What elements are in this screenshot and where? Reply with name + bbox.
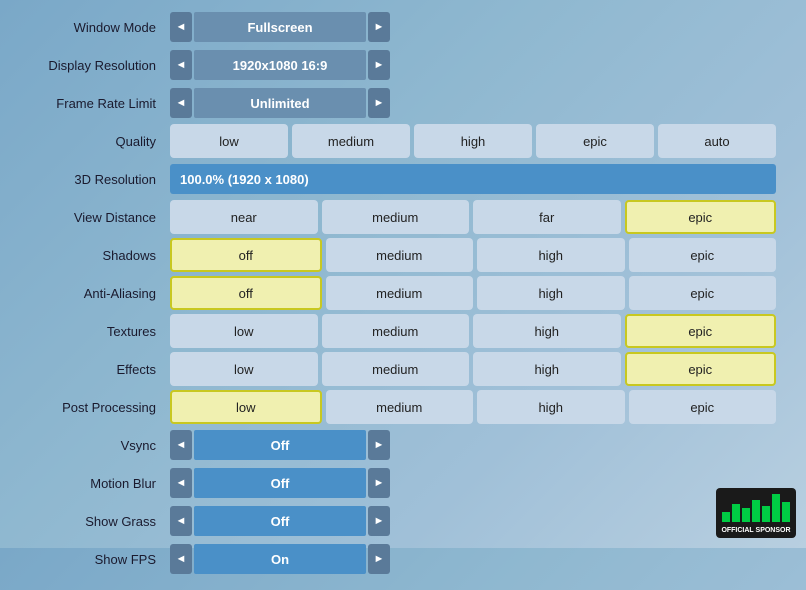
textures-low-btn[interactable]: low xyxy=(170,314,318,348)
view-distance-epic-btn[interactable]: epic xyxy=(625,200,777,234)
frame-rate-row: Frame Rate Limit ◄ Unlimited ► xyxy=(30,86,776,120)
effects-medium-btn[interactable]: medium xyxy=(322,352,470,386)
post-processing-low-btn[interactable]: low xyxy=(170,390,322,424)
display-resolution-value: 1920x1080 16:9 xyxy=(194,50,366,80)
frame-rate-label: Frame Rate Limit xyxy=(30,96,170,111)
shadows-epic-btn[interactable]: epic xyxy=(629,238,777,272)
display-resolution-row: Display Resolution ◄ 1920x1080 16:9 ► xyxy=(30,48,776,82)
shadows-off-btn[interactable]: off xyxy=(170,238,322,272)
shadows-label: Shadows xyxy=(30,248,170,263)
textures-medium-btn[interactable]: medium xyxy=(322,314,470,348)
shadows-options: off medium high epic xyxy=(170,238,776,272)
vsync-value: Off xyxy=(194,430,366,460)
3d-resolution-row: 3D Resolution 100.0% (1920 x 1080) xyxy=(30,162,776,196)
view-distance-near-btn[interactable]: near xyxy=(170,200,318,234)
shadows-medium-btn[interactable]: medium xyxy=(326,238,474,272)
show-fps-value: On xyxy=(194,544,366,574)
textures-options: low medium high epic xyxy=(170,314,776,348)
effects-epic-btn[interactable]: epic xyxy=(625,352,777,386)
show-fps-right-arrow[interactable]: ► xyxy=(368,544,390,574)
window-mode-left-arrow[interactable]: ◄ xyxy=(170,12,192,42)
show-grass-value: Off xyxy=(194,506,366,536)
bar-6 xyxy=(772,494,780,522)
post-processing-high-btn[interactable]: high xyxy=(477,390,625,424)
quality-row: Quality low medium high epic auto xyxy=(30,124,776,158)
quality-options: low medium high epic auto xyxy=(170,124,776,158)
sponsor-text: OFFICIAL SPONSOR xyxy=(721,527,790,534)
effects-row: Effects low medium high epic xyxy=(30,352,776,386)
anti-aliasing-high-btn[interactable]: high xyxy=(477,276,625,310)
bar-1 xyxy=(722,512,730,522)
quality-medium-btn[interactable]: medium xyxy=(292,124,410,158)
view-distance-options: near medium far epic xyxy=(170,200,776,234)
motion-blur-label: Motion Blur xyxy=(30,476,170,491)
anti-aliasing-options: off medium high epic xyxy=(170,276,776,310)
settings-panel: Window Mode ◄ Fullscreen ► Display Resol… xyxy=(0,0,806,590)
3d-resolution-value: 100.0% (1920 x 1080) xyxy=(170,164,776,194)
quality-auto-btn[interactable]: auto xyxy=(658,124,776,158)
window-mode-right-arrow[interactable]: ► xyxy=(368,12,390,42)
textures-epic-btn[interactable]: epic xyxy=(625,314,777,348)
bar-7 xyxy=(782,502,790,522)
view-distance-row: View Distance near medium far epic xyxy=(30,200,776,234)
shadows-row: Shadows off medium high epic xyxy=(30,238,776,272)
window-mode-row: Window Mode ◄ Fullscreen ► xyxy=(30,10,776,44)
anti-aliasing-off-btn[interactable]: off xyxy=(170,276,322,310)
show-fps-row: Show FPS ◄ On ► xyxy=(30,542,776,576)
window-mode-value: Fullscreen xyxy=(194,12,366,42)
bar-2 xyxy=(732,504,740,522)
anti-aliasing-epic-btn[interactable]: epic xyxy=(629,276,777,310)
anti-aliasing-medium-btn[interactable]: medium xyxy=(326,276,474,310)
bar-5 xyxy=(762,506,770,522)
show-grass-right-arrow[interactable]: ► xyxy=(368,506,390,536)
show-fps-left-arrow[interactable]: ◄ xyxy=(170,544,192,574)
quality-high-btn[interactable]: high xyxy=(414,124,532,158)
effects-label: Effects xyxy=(30,362,170,377)
view-distance-label: View Distance xyxy=(30,210,170,225)
sponsor-chart xyxy=(722,492,790,522)
3d-resolution-label: 3D Resolution xyxy=(30,172,170,187)
effects-options: low medium high epic xyxy=(170,352,776,386)
post-processing-row: Post Processing low medium high epic xyxy=(30,390,776,424)
frame-rate-right-arrow[interactable]: ► xyxy=(368,88,390,118)
window-mode-label: Window Mode xyxy=(30,20,170,35)
effects-high-btn[interactable]: high xyxy=(473,352,621,386)
vsync-right-arrow[interactable]: ► xyxy=(368,430,390,460)
anti-aliasing-label: Anti-Aliasing xyxy=(30,286,170,301)
effects-low-btn[interactable]: low xyxy=(170,352,318,386)
vsync-label: Vsync xyxy=(30,438,170,453)
display-resolution-label: Display Resolution xyxy=(30,58,170,73)
motion-blur-right-arrow[interactable]: ► xyxy=(368,468,390,498)
sponsor-badge: OFFICIAL SPONSOR xyxy=(716,488,796,538)
textures-label: Textures xyxy=(30,324,170,339)
quality-low-btn[interactable]: low xyxy=(170,124,288,158)
anti-aliasing-row: Anti-Aliasing off medium high epic xyxy=(30,276,776,310)
post-processing-medium-btn[interactable]: medium xyxy=(326,390,474,424)
view-distance-far-btn[interactable]: far xyxy=(473,200,621,234)
bar-3 xyxy=(742,508,750,522)
vsync-left-arrow[interactable]: ◄ xyxy=(170,430,192,460)
motion-blur-value: Off xyxy=(194,468,366,498)
shadows-high-btn[interactable]: high xyxy=(477,238,625,272)
motion-blur-row: Motion Blur ◄ Off ► xyxy=(30,466,776,500)
display-resolution-right-arrow[interactable]: ► xyxy=(368,50,390,80)
show-grass-label: Show Grass xyxy=(30,514,170,529)
post-processing-epic-btn[interactable]: epic xyxy=(629,390,777,424)
post-processing-options: low medium high epic xyxy=(170,390,776,424)
frame-rate-value: Unlimited xyxy=(194,88,366,118)
textures-row: Textures low medium high epic xyxy=(30,314,776,348)
show-fps-label: Show FPS xyxy=(30,552,170,567)
textures-high-btn[interactable]: high xyxy=(473,314,621,348)
motion-blur-left-arrow[interactable]: ◄ xyxy=(170,468,192,498)
quality-epic-btn[interactable]: epic xyxy=(536,124,654,158)
show-grass-row: Show Grass ◄ Off ► xyxy=(30,504,776,538)
display-resolution-left-arrow[interactable]: ◄ xyxy=(170,50,192,80)
show-grass-left-arrow[interactable]: ◄ xyxy=(170,506,192,536)
view-distance-medium-btn[interactable]: medium xyxy=(322,200,470,234)
bar-4 xyxy=(752,500,760,522)
frame-rate-left-arrow[interactable]: ◄ xyxy=(170,88,192,118)
post-processing-label: Post Processing xyxy=(30,400,170,415)
quality-label: Quality xyxy=(30,134,170,149)
vsync-row: Vsync ◄ Off ► xyxy=(30,428,776,462)
